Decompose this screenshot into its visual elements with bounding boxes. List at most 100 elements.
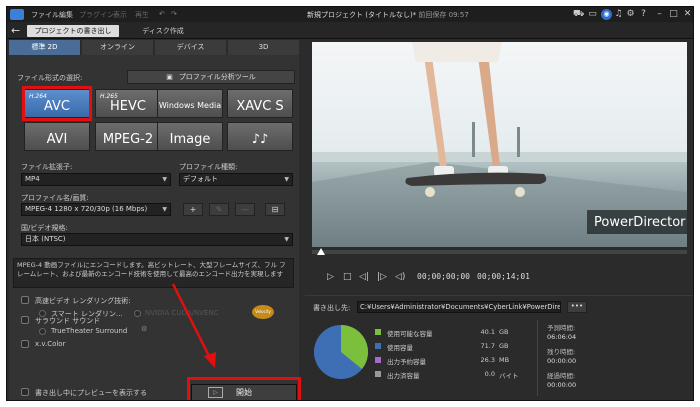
elapsed-time-value: 00:00:00 (547, 381, 577, 389)
highlight-avc (22, 86, 92, 121)
chevron-down-icon: ▼ (162, 176, 167, 183)
menu-plugins[interactable]: プラグイン (79, 10, 114, 20)
menu-play[interactable]: 再生 (135, 10, 149, 20)
file-ext-select[interactable]: MP4 ▼ (21, 173, 171, 186)
export-settings-panel: ファイル形式の選択: ▣ プロファイル分析ツール H.264 AVC H.265 … (9, 55, 301, 400)
profile-description: MPEG-4 動画ファイルにエンコードします。高ビットレート、大型フレームサイズ… (13, 258, 294, 288)
profile-name-select[interactable]: MPEG-4 1280 x 720/30p (16 Mbps) ▼ (21, 203, 171, 216)
truetheater-label: TrueTheater Surround (51, 327, 128, 335)
legend-swatch-reserved (375, 357, 381, 363)
codec-avi-button[interactable]: AVI (24, 122, 90, 151)
codec-xavcs-button[interactable]: XAVC S (227, 89, 293, 118)
tab-disc[interactable]: ディスク作成 (133, 25, 193, 37)
legend-available-value: 40.1 (480, 328, 495, 336)
file-ext-label: ファイル拡張子: (21, 163, 73, 171)
legend-available-unit: GB (499, 328, 509, 336)
profile-analyzer-button[interactable]: ▣ プロファイル分析ツール (127, 70, 295, 84)
tab-3d[interactable]: 3D (228, 40, 299, 55)
tab-device[interactable]: デバイス (155, 40, 226, 55)
app-logo (10, 9, 24, 20)
codec-image-button[interactable]: Image (157, 122, 223, 151)
legend-exported-label: 出力済容量 (387, 372, 420, 380)
legend-reserved-unit: MB (499, 356, 510, 364)
back-arrow-icon[interactable]: ← (11, 24, 20, 37)
annotation-arrow (171, 283, 216, 368)
legend-available-label: 使用可能な容量 (387, 330, 433, 338)
nvidia-radio[interactable] (134, 310, 141, 317)
codec-mpeg2-button[interactable]: MPEG-2 (95, 122, 161, 151)
tab-online[interactable]: オンライン (82, 40, 153, 55)
surround-checkbox[interactable] (21, 316, 29, 324)
hw-render-label: 高速ビデオ レンダリング技術: (35, 297, 131, 305)
highlight-start (187, 377, 301, 400)
tab-export[interactable]: プロジェクトの書き出し (27, 25, 119, 37)
edit-profile-button[interactable]: ✎ (209, 203, 229, 216)
region-label: 国/ビデオ規格: (21, 224, 68, 232)
output-path-field[interactable]: C:¥Users¥Administrator¥Documents¥CyberLi… (357, 301, 561, 313)
play-icon[interactable]: ▷ (327, 272, 334, 282)
settings-icon[interactable]: ⚙ (625, 9, 636, 20)
preview-while-export-checkbox[interactable] (21, 388, 29, 396)
codec-audio-button[interactable]: ♪♪ (227, 122, 293, 151)
legend-swatch-exported (375, 371, 381, 377)
hw-render-checkbox[interactable] (21, 296, 29, 304)
disk-usage-pie (314, 325, 368, 379)
watermark-text: PowerDirector (594, 215, 686, 230)
cart-icon[interactable]: ⛟ (573, 9, 584, 20)
timeline-scrubber[interactable] (312, 250, 687, 254)
profile-type-label: プロファイル種類: (179, 163, 238, 171)
music-notes-icon: ♪♪ (251, 132, 269, 147)
legend-reserved-label: 出力予約容量 (387, 358, 426, 366)
account-icon[interactable]: ◉ (601, 9, 612, 20)
truetheater-settings-icon[interactable]: ⚙ (141, 325, 147, 333)
format-tabs: 標準 2D オンライン デバイス 3D (9, 40, 299, 55)
close-icon[interactable]: ✕ (682, 9, 693, 20)
wallet-icon[interactable]: ▭ (587, 9, 598, 20)
browse-button[interactable]: ••• (567, 301, 587, 313)
estimated-time-label: 予測時間: (547, 324, 576, 332)
notification-icon[interactable]: ♫ (613, 9, 624, 20)
elapsed-time-label: 経過時間: (547, 372, 576, 380)
stop-icon[interactable]: □ (343, 272, 352, 282)
velocity-badge: Velocity 10 (252, 305, 274, 319)
remaining-time-label: 残り時間: (547, 348, 576, 356)
undo-icon[interactable]: ↶ (159, 10, 165, 18)
menu-view[interactable]: 表示 (113, 10, 127, 20)
profile-details-button[interactable]: ⊟ (265, 203, 285, 216)
surround-label: サラウンド サウンド (35, 317, 101, 325)
legend-used-label: 使用容量 (387, 344, 413, 352)
project-title: 新規プロジェクト (タイトルなし)* 前回保存 09:57 (307, 11, 469, 19)
prev-frame-icon[interactable]: ◁| (359, 272, 369, 282)
xvcolor-checkbox[interactable] (21, 340, 29, 348)
tab-standard-2d[interactable]: 標準 2D (9, 40, 80, 55)
add-profile-button[interactable]: + (183, 203, 203, 216)
app-window: ファイル 編集 プラグイン 表示 再生 ↶ ↷ 新規プロジェクト (タイトルなし… (6, 6, 694, 401)
video-frame: PowerDirector (312, 42, 687, 247)
menu-edit[interactable]: 編集 (59, 10, 73, 20)
volume-icon[interactable]: ◁) (395, 272, 405, 282)
title-bar: ファイル 編集 プラグイン 表示 再生 ↶ ↷ 新規プロジェクト (タイトルなし… (7, 7, 693, 22)
output-panel: 書き出し先: C:¥Users¥Administrator¥Documents¥… (305, 295, 693, 400)
codec-hevc-button[interactable]: H.265 HEVC (95, 89, 161, 118)
maximize-icon[interactable]: □ (668, 9, 679, 20)
delete-profile-button[interactable]: — (235, 203, 255, 216)
minimize-icon[interactable]: – (654, 9, 665, 20)
profile-type-select[interactable]: デフォルト ▼ (179, 173, 293, 186)
codec-wmv-button[interactable]: Windows Media (157, 89, 223, 118)
chevron-down-icon: ▼ (284, 176, 289, 183)
menu-file[interactable]: ファイル (31, 10, 59, 20)
chevron-down-icon: ▼ (284, 236, 289, 243)
last-saved: 前回保存 09:57 (418, 11, 469, 19)
next-frame-icon[interactable]: |▷ (377, 272, 387, 282)
help-icon[interactable]: ? (638, 9, 649, 20)
truetheater-radio[interactable] (39, 328, 46, 335)
file-format-label: ファイル形式の選択: (17, 74, 83, 82)
total-timecode: 00;00;14;01 (477, 272, 530, 281)
legend-used-unit: GB (499, 342, 509, 350)
preview-while-export-label: 書き出し中にプレビューを表示する (35, 389, 147, 397)
scrub-handle-icon[interactable] (317, 248, 325, 255)
current-timecode: 00;00;00;00 (417, 272, 470, 281)
legend-swatch-available (375, 329, 381, 335)
region-select[interactable]: 日本 (NTSC) ▼ (21, 233, 293, 246)
redo-icon[interactable]: ↷ (171, 10, 177, 18)
